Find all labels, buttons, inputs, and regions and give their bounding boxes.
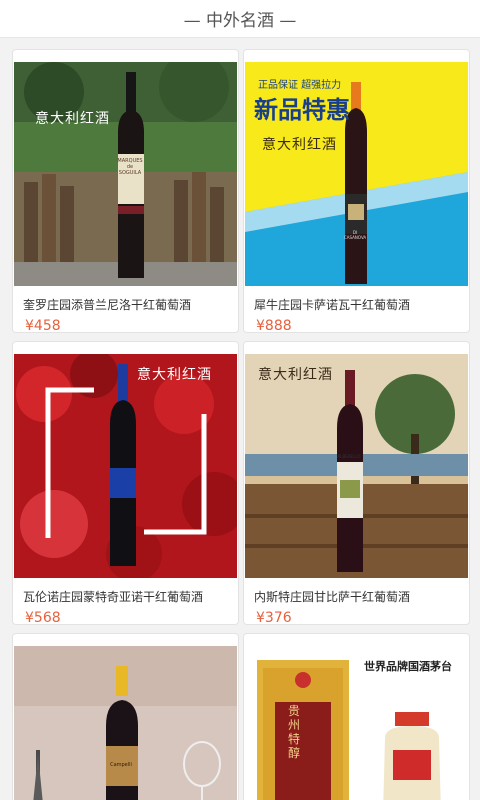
product-badge: 意大利红酒 xyxy=(137,367,212,383)
product-price: ¥888 xyxy=(256,318,292,333)
product-card[interactable]: Campelli xyxy=(12,633,239,800)
product-badge: 意大利红酒 xyxy=(262,137,337,153)
product-price: ¥376 xyxy=(256,610,292,625)
product-name[interactable]: 奎罗庄园添普兰尼洛干红葡萄酒 xyxy=(23,296,191,313)
product-badge: 意大利红酒 xyxy=(35,111,110,127)
bottle-label: MARQUES de SOGUILA xyxy=(117,158,143,176)
product-price: ¥458 xyxy=(25,318,61,333)
product-image[interactable] xyxy=(14,354,237,578)
product-price: ¥568 xyxy=(25,610,61,625)
product-name[interactable]: 内斯特庄园甘比萨干红葡萄酒 xyxy=(254,588,410,605)
product-card[interactable]: 正品保证 超强拉力 新品特惠 意大利红酒 DI CASANOVA 犀牛庄园卡萨诺… xyxy=(243,49,470,333)
product-badge: 意大利红酒 xyxy=(258,367,333,383)
package-label: 贵州特醇 xyxy=(288,704,301,760)
product-name[interactable]: 犀牛庄园卡萨诺瓦干红葡萄酒 xyxy=(254,296,410,313)
product-image[interactable] xyxy=(245,354,468,578)
product-image[interactable] xyxy=(14,646,237,800)
page-title-text: — 中外名酒 — xyxy=(183,11,297,31)
promo-headline: 新品特惠 xyxy=(254,96,350,124)
product-card[interactable]: 贵州特醇 世界品牌国酒茅台 xyxy=(243,633,470,800)
bottle-label: ALBERELLO xyxy=(337,454,361,459)
product-card[interactable]: 意大利红酒 MARQUES de SOGUILA 奎罗庄园添普兰尼洛干红葡萄酒 … xyxy=(12,49,239,333)
bottle-label: DI CASANOVA xyxy=(344,230,367,240)
promo-tagline: 正品保证 超强拉力 xyxy=(258,80,342,91)
page-title: — 中外名酒 — xyxy=(0,0,480,38)
product-name[interactable]: 瓦伦诺庄园蒙特奇亚诺干红葡萄酒 xyxy=(23,588,203,605)
bottle-label: Campelli xyxy=(110,762,132,768)
product-card[interactable]: 意大利红酒 瓦伦诺庄园蒙特奇亚诺干红葡萄酒 ¥568 xyxy=(12,341,239,625)
product-badge: 世界品牌国酒茅台 xyxy=(364,660,452,673)
product-card[interactable]: 意大利红酒 ALBERELLO 内斯特庄园甘比萨干红葡萄酒 ¥376 xyxy=(243,341,470,625)
